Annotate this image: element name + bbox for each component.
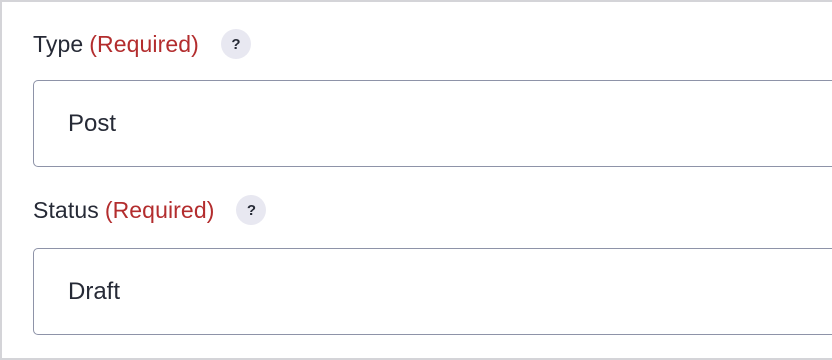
type-label-row: Type (Required) ?	[33, 28, 251, 60]
status-select[interactable]: Draft	[33, 248, 832, 335]
type-select-value: Post	[68, 109, 117, 137]
status-select-value: Draft	[68, 277, 121, 305]
form-panel: Type (Required) ? Post Status (Required)…	[0, 0, 832, 360]
type-label: Type	[33, 30, 84, 57]
type-select[interactable]: Post	[33, 80, 832, 167]
status-label: Status	[33, 196, 99, 223]
type-required-indicator: (Required)	[89, 30, 199, 57]
help-icon[interactable]: ?	[236, 195, 267, 225]
help-icon[interactable]: ?	[220, 29, 251, 59]
status-required-indicator: (Required)	[104, 196, 215, 223]
status-label-row: Status (Required) ?	[33, 194, 267, 226]
